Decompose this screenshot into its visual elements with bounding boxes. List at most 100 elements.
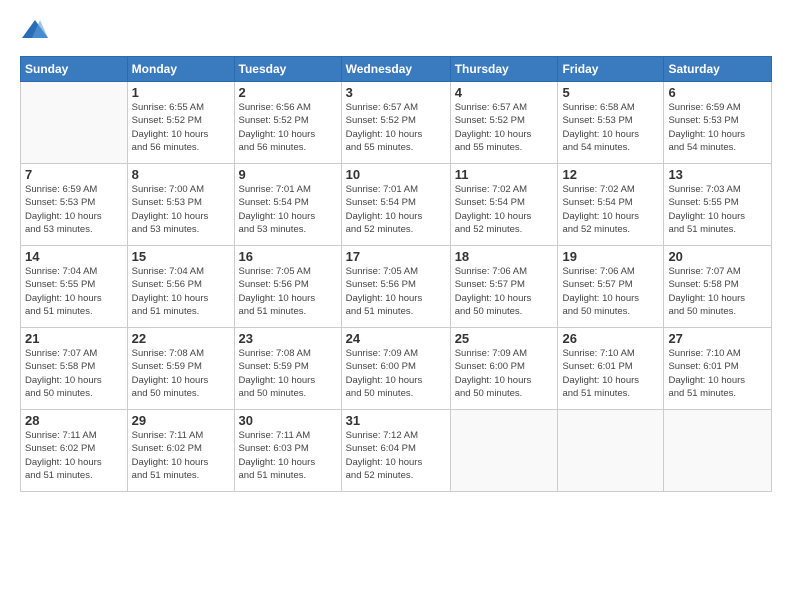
calendar-week-row: 28Sunrise: 7:11 AM Sunset: 6:02 PM Dayli… xyxy=(21,410,772,492)
calendar-cell: 11Sunrise: 7:02 AM Sunset: 5:54 PM Dayli… xyxy=(450,164,558,246)
calendar-cell: 15Sunrise: 7:04 AM Sunset: 5:56 PM Dayli… xyxy=(127,246,234,328)
day-info: Sunrise: 6:58 AM Sunset: 5:53 PM Dayligh… xyxy=(562,101,659,154)
weekday-header: Sunday xyxy=(21,57,128,82)
day-number: 8 xyxy=(132,167,230,182)
weekday-header: Thursday xyxy=(450,57,558,82)
day-info: Sunrise: 7:11 AM Sunset: 6:03 PM Dayligh… xyxy=(239,429,337,482)
calendar-cell: 7Sunrise: 6:59 AM Sunset: 5:53 PM Daylig… xyxy=(21,164,128,246)
day-info: Sunrise: 7:04 AM Sunset: 5:55 PM Dayligh… xyxy=(25,265,123,318)
calendar-cell xyxy=(21,82,128,164)
calendar-cell: 25Sunrise: 7:09 AM Sunset: 6:00 PM Dayli… xyxy=(450,328,558,410)
day-info: Sunrise: 7:03 AM Sunset: 5:55 PM Dayligh… xyxy=(668,183,767,236)
weekday-header: Saturday xyxy=(664,57,772,82)
day-number: 26 xyxy=(562,331,659,346)
calendar-cell: 9Sunrise: 7:01 AM Sunset: 5:54 PM Daylig… xyxy=(234,164,341,246)
calendar-cell: 5Sunrise: 6:58 AM Sunset: 5:53 PM Daylig… xyxy=(558,82,664,164)
day-number: 18 xyxy=(455,249,554,264)
calendar-cell: 1Sunrise: 6:55 AM Sunset: 5:52 PM Daylig… xyxy=(127,82,234,164)
calendar-cell: 2Sunrise: 6:56 AM Sunset: 5:52 PM Daylig… xyxy=(234,82,341,164)
header xyxy=(20,16,772,46)
calendar-cell: 8Sunrise: 7:00 AM Sunset: 5:53 PM Daylig… xyxy=(127,164,234,246)
weekday-header: Wednesday xyxy=(341,57,450,82)
calendar-cell: 3Sunrise: 6:57 AM Sunset: 5:52 PM Daylig… xyxy=(341,82,450,164)
calendar-cell xyxy=(450,410,558,492)
calendar-cell: 20Sunrise: 7:07 AM Sunset: 5:58 PM Dayli… xyxy=(664,246,772,328)
calendar-cell: 21Sunrise: 7:07 AM Sunset: 5:58 PM Dayli… xyxy=(21,328,128,410)
day-number: 22 xyxy=(132,331,230,346)
day-info: Sunrise: 7:09 AM Sunset: 6:00 PM Dayligh… xyxy=(455,347,554,400)
calendar-cell: 14Sunrise: 7:04 AM Sunset: 5:55 PM Dayli… xyxy=(21,246,128,328)
day-info: Sunrise: 7:02 AM Sunset: 5:54 PM Dayligh… xyxy=(562,183,659,236)
calendar-cell: 30Sunrise: 7:11 AM Sunset: 6:03 PM Dayli… xyxy=(234,410,341,492)
day-info: Sunrise: 7:07 AM Sunset: 5:58 PM Dayligh… xyxy=(668,265,767,318)
day-info: Sunrise: 6:55 AM Sunset: 5:52 PM Dayligh… xyxy=(132,101,230,154)
day-info: Sunrise: 7:05 AM Sunset: 5:56 PM Dayligh… xyxy=(239,265,337,318)
day-number: 15 xyxy=(132,249,230,264)
day-info: Sunrise: 7:08 AM Sunset: 5:59 PM Dayligh… xyxy=(132,347,230,400)
day-info: Sunrise: 7:07 AM Sunset: 5:58 PM Dayligh… xyxy=(25,347,123,400)
day-number: 19 xyxy=(562,249,659,264)
weekday-header: Tuesday xyxy=(234,57,341,82)
calendar-cell: 26Sunrise: 7:10 AM Sunset: 6:01 PM Dayli… xyxy=(558,328,664,410)
calendar-week-row: 21Sunrise: 7:07 AM Sunset: 5:58 PM Dayli… xyxy=(21,328,772,410)
day-number: 17 xyxy=(346,249,446,264)
calendar-cell xyxy=(664,410,772,492)
day-info: Sunrise: 7:08 AM Sunset: 5:59 PM Dayligh… xyxy=(239,347,337,400)
calendar-week-row: 7Sunrise: 6:59 AM Sunset: 5:53 PM Daylig… xyxy=(21,164,772,246)
calendar-cell: 22Sunrise: 7:08 AM Sunset: 5:59 PM Dayli… xyxy=(127,328,234,410)
calendar-cell: 6Sunrise: 6:59 AM Sunset: 5:53 PM Daylig… xyxy=(664,82,772,164)
calendar-cell: 17Sunrise: 7:05 AM Sunset: 5:56 PM Dayli… xyxy=(341,246,450,328)
day-number: 21 xyxy=(25,331,123,346)
logo xyxy=(20,16,54,46)
day-number: 12 xyxy=(562,167,659,182)
day-info: Sunrise: 6:59 AM Sunset: 5:53 PM Dayligh… xyxy=(668,101,767,154)
day-number: 27 xyxy=(668,331,767,346)
day-info: Sunrise: 7:10 AM Sunset: 6:01 PM Dayligh… xyxy=(668,347,767,400)
calendar-cell: 28Sunrise: 7:11 AM Sunset: 6:02 PM Dayli… xyxy=(21,410,128,492)
page: SundayMondayTuesdayWednesdayThursdayFrid… xyxy=(0,0,792,612)
calendar-cell: 10Sunrise: 7:01 AM Sunset: 5:54 PM Dayli… xyxy=(341,164,450,246)
day-number: 16 xyxy=(239,249,337,264)
calendar-cell: 23Sunrise: 7:08 AM Sunset: 5:59 PM Dayli… xyxy=(234,328,341,410)
day-info: Sunrise: 7:11 AM Sunset: 6:02 PM Dayligh… xyxy=(132,429,230,482)
calendar-cell: 16Sunrise: 7:05 AM Sunset: 5:56 PM Dayli… xyxy=(234,246,341,328)
day-info: Sunrise: 7:09 AM Sunset: 6:00 PM Dayligh… xyxy=(346,347,446,400)
day-number: 9 xyxy=(239,167,337,182)
weekday-header: Monday xyxy=(127,57,234,82)
day-number: 2 xyxy=(239,85,337,100)
weekday-header: Friday xyxy=(558,57,664,82)
day-info: Sunrise: 7:11 AM Sunset: 6:02 PM Dayligh… xyxy=(25,429,123,482)
day-number: 24 xyxy=(346,331,446,346)
day-info: Sunrise: 7:04 AM Sunset: 5:56 PM Dayligh… xyxy=(132,265,230,318)
day-number: 25 xyxy=(455,331,554,346)
day-number: 10 xyxy=(346,167,446,182)
day-info: Sunrise: 7:05 AM Sunset: 5:56 PM Dayligh… xyxy=(346,265,446,318)
day-info: Sunrise: 6:57 AM Sunset: 5:52 PM Dayligh… xyxy=(455,101,554,154)
day-number: 28 xyxy=(25,413,123,428)
day-number: 30 xyxy=(239,413,337,428)
calendar-cell: 12Sunrise: 7:02 AM Sunset: 5:54 PM Dayli… xyxy=(558,164,664,246)
day-info: Sunrise: 7:06 AM Sunset: 5:57 PM Dayligh… xyxy=(455,265,554,318)
calendar-table: SundayMondayTuesdayWednesdayThursdayFrid… xyxy=(20,56,772,492)
day-number: 23 xyxy=(239,331,337,346)
calendar-week-row: 1Sunrise: 6:55 AM Sunset: 5:52 PM Daylig… xyxy=(21,82,772,164)
day-number: 31 xyxy=(346,413,446,428)
day-info: Sunrise: 7:06 AM Sunset: 5:57 PM Dayligh… xyxy=(562,265,659,318)
day-number: 4 xyxy=(455,85,554,100)
logo-icon xyxy=(20,16,50,46)
day-number: 11 xyxy=(455,167,554,182)
day-info: Sunrise: 6:56 AM Sunset: 5:52 PM Dayligh… xyxy=(239,101,337,154)
day-info: Sunrise: 7:12 AM Sunset: 6:04 PM Dayligh… xyxy=(346,429,446,482)
weekday-header-row: SundayMondayTuesdayWednesdayThursdayFrid… xyxy=(21,57,772,82)
calendar-cell: 4Sunrise: 6:57 AM Sunset: 5:52 PM Daylig… xyxy=(450,82,558,164)
day-info: Sunrise: 7:01 AM Sunset: 5:54 PM Dayligh… xyxy=(346,183,446,236)
day-info: Sunrise: 7:02 AM Sunset: 5:54 PM Dayligh… xyxy=(455,183,554,236)
calendar-cell: 18Sunrise: 7:06 AM Sunset: 5:57 PM Dayli… xyxy=(450,246,558,328)
day-number: 7 xyxy=(25,167,123,182)
day-number: 29 xyxy=(132,413,230,428)
day-info: Sunrise: 6:59 AM Sunset: 5:53 PM Dayligh… xyxy=(25,183,123,236)
day-number: 5 xyxy=(562,85,659,100)
day-number: 1 xyxy=(132,85,230,100)
calendar-cell: 29Sunrise: 7:11 AM Sunset: 6:02 PM Dayli… xyxy=(127,410,234,492)
calendar-cell: 31Sunrise: 7:12 AM Sunset: 6:04 PM Dayli… xyxy=(341,410,450,492)
